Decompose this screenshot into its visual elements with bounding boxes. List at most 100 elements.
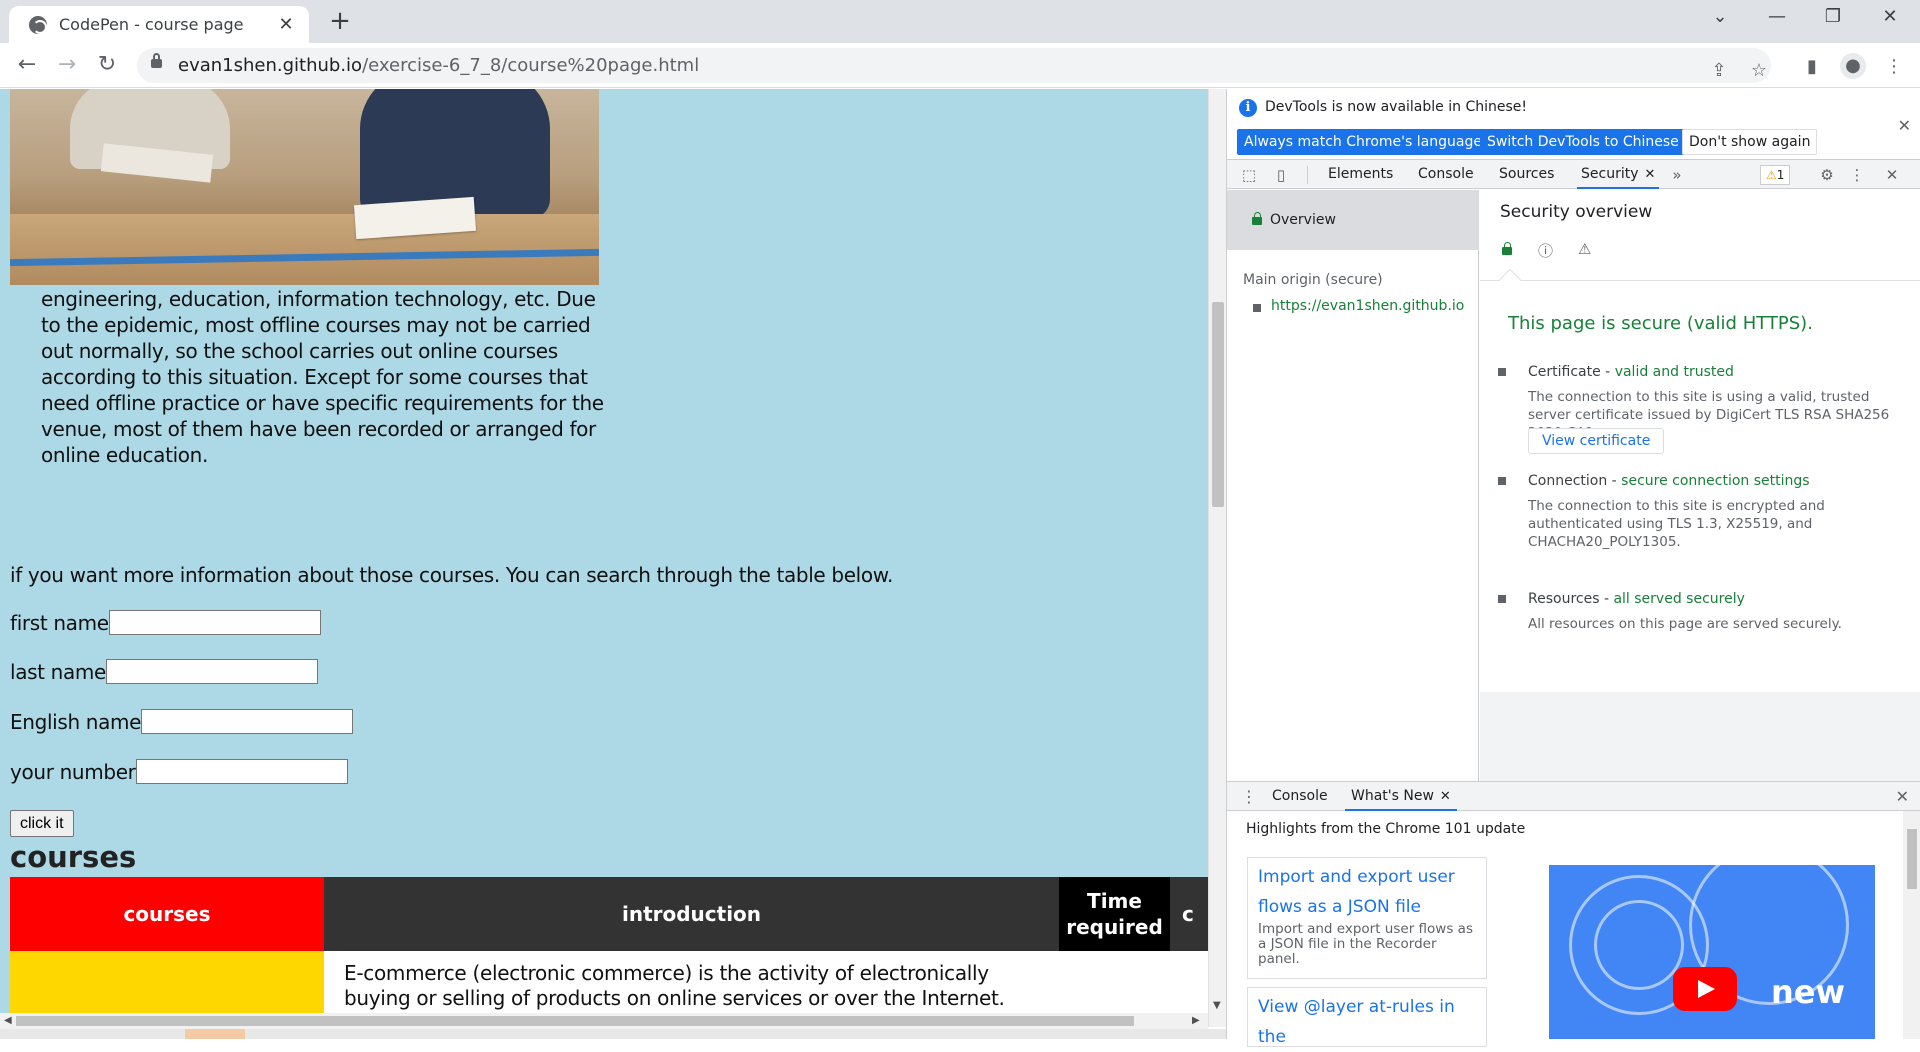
infobar-message: DevTools is now available in Chinese! bbox=[1265, 99, 1527, 115]
close-security-tab-icon[interactable]: ✕ bbox=[1645, 167, 1656, 182]
search-instructions: if you want more information about those… bbox=[10, 563, 893, 587]
col-courses: courses bbox=[10, 877, 324, 951]
page-horizontal-scrollbar[interactable]: ◀ ▶ bbox=[0, 1013, 1208, 1029]
secure-lock-icon bbox=[1252, 212, 1262, 225]
certificate-bullet-icon bbox=[1498, 368, 1506, 376]
feature-card-description: Import and export user flows as a JSON f… bbox=[1258, 921, 1473, 967]
infobar-close-icon[interactable]: ✕ bbox=[1898, 116, 1911, 135]
inspect-element-icon[interactable]: ⬚ bbox=[1239, 166, 1259, 184]
resources-bullet-icon bbox=[1498, 595, 1506, 603]
dont-show-again-button[interactable]: Don't show again bbox=[1682, 129, 1818, 155]
your-number-row: your number bbox=[10, 759, 348, 784]
drawer-menu-icon[interactable]: ⋮ bbox=[1241, 787, 1257, 806]
connection-heading: Connection - secure connection settings bbox=[1528, 473, 1810, 489]
drawer-tab-whats-new[interactable]: What's New ✕ bbox=[1345, 782, 1457, 811]
browser-tab[interactable]: CodePen - course page ✕ bbox=[9, 6, 309, 43]
whats-new-scrollbar[interactable] bbox=[1903, 811, 1920, 1039]
devtools-panel: i DevTools is now available in Chinese! … bbox=[1226, 89, 1920, 1047]
close-whats-new-icon[interactable]: ✕ bbox=[1440, 789, 1451, 804]
tab-console[interactable]: Console bbox=[1414, 160, 1478, 189]
tab-security[interactable]: Security ✕ bbox=[1577, 160, 1660, 189]
info-icon: i bbox=[1239, 99, 1257, 117]
close-tab-icon[interactable]: ✕ bbox=[275, 14, 297, 35]
video-ring bbox=[1594, 900, 1684, 990]
url-text[interactable]: evan1shen.github.io/exercise-6_7_8/cours… bbox=[178, 55, 699, 76]
address-bar[interactable]: evan1shen.github.io/exercise-6_7_8/cours… bbox=[137, 48, 1771, 83]
table-header-row: courses introduction Time required c bbox=[10, 877, 1208, 951]
last-name-field[interactable] bbox=[106, 659, 319, 684]
switch-to-chinese-button[interactable]: Switch DevTools to Chinese bbox=[1480, 129, 1686, 155]
origin-bullet-icon bbox=[1253, 304, 1261, 312]
sidebar-item-origin[interactable]: https://evan1shen.github.io bbox=[1271, 298, 1464, 314]
feature-card-link[interactable]: View @layer at-rules in the bbox=[1258, 992, 1476, 1052]
back-icon[interactable]: ← bbox=[13, 51, 41, 79]
taskbar-strip bbox=[0, 1029, 1226, 1039]
english-name-field[interactable] bbox=[141, 709, 354, 734]
youtube-play-icon[interactable] bbox=[1673, 967, 1737, 1011]
new-tab-icon[interactable]: + bbox=[325, 6, 355, 36]
first-name-row: first name bbox=[10, 610, 321, 635]
menu-dots-icon[interactable]: ⋮ bbox=[1882, 57, 1906, 77]
minimize-icon[interactable]: — bbox=[1757, 6, 1797, 27]
secure-summary: This page is secure (valid HTTPS). bbox=[1508, 313, 1813, 334]
feature-card-link[interactable]: Import and export user flows as a JSON f… bbox=[1258, 862, 1476, 922]
language-infobar: i DevTools is now available in Chinese! … bbox=[1227, 89, 1920, 159]
tab-elements[interactable]: Elements bbox=[1324, 160, 1397, 189]
restore-icon[interactable]: ❐ bbox=[1813, 6, 1853, 27]
scroll-right-arrow-icon[interactable]: ▶ bbox=[1192, 1015, 1200, 1026]
first-name-field[interactable] bbox=[108, 610, 321, 635]
whats-new-video-thumbnail[interactable]: new bbox=[1549, 865, 1875, 1039]
profile-avatar-icon[interactable]: ● bbox=[1840, 53, 1866, 79]
resources-heading: Resources - all served securely bbox=[1528, 591, 1745, 607]
your-number-field[interactable] bbox=[135, 759, 348, 784]
english-name-row: English name bbox=[10, 709, 354, 734]
lock-icon[interactable] bbox=[151, 53, 162, 68]
whats-new-panel: Highlights from the Chrome 101 update Im… bbox=[1227, 811, 1920, 1047]
security-overview-title: Security overview bbox=[1500, 202, 1653, 222]
intro-paragraph: engineering, education, information tech… bbox=[41, 287, 604, 467]
close-devtools-icon[interactable]: ✕ bbox=[1882, 166, 1902, 184]
device-toolbar-icon[interactable]: ▯ bbox=[1271, 166, 1291, 184]
resources-description: All resources on this page are served se… bbox=[1528, 616, 1842, 632]
always-match-language-button[interactable]: Always match Chrome's language bbox=[1237, 129, 1489, 155]
more-tabs-icon[interactable]: » bbox=[1667, 166, 1687, 184]
reload-icon[interactable]: ↻ bbox=[93, 51, 121, 79]
connection-bullet-icon bbox=[1498, 477, 1506, 485]
bookmark-star-icon[interactable]: ☆ bbox=[1748, 61, 1770, 81]
students-exam-image bbox=[10, 89, 599, 285]
certificate-heading: Certificate - valid and trusted bbox=[1528, 364, 1734, 380]
video-new-label: new bbox=[1771, 973, 1846, 1011]
close-window-icon[interactable]: ✕ bbox=[1870, 6, 1910, 27]
view-certificate-button[interactable]: View certificate bbox=[1528, 428, 1665, 454]
feature-card: View @layer at-rules in the bbox=[1247, 987, 1487, 1047]
courses-heading: courses bbox=[10, 840, 137, 874]
drawer-tab-console[interactable]: Console bbox=[1266, 782, 1334, 811]
settings-gear-icon[interactable]: ⚙ bbox=[1817, 166, 1837, 184]
share-icon[interactable]: ⇪ bbox=[1708, 61, 1730, 81]
tab-strip: CodePen - course page ✕ + ⌄ — ❐ ✕ bbox=[0, 0, 1920, 43]
click-it-button[interactable]: click it bbox=[10, 810, 74, 837]
close-drawer-icon[interactable]: ✕ bbox=[1896, 787, 1909, 806]
whats-new-scroll-thumb[interactable] bbox=[1907, 829, 1917, 889]
warnings-badge[interactable]: ⚠1 bbox=[1760, 165, 1791, 185]
tab-title: CodePen - course page bbox=[59, 15, 244, 34]
english-name-label: English name bbox=[10, 709, 142, 734]
last-name-label: last name bbox=[10, 659, 107, 684]
forward-icon[interactable]: → bbox=[53, 51, 81, 79]
scroll-left-arrow-icon[interactable]: ◀ bbox=[4, 1015, 12, 1026]
page-vertical-scrollbar[interactable]: ▼ bbox=[1208, 89, 1226, 1027]
warning-state-icon: ⚠ bbox=[1578, 240, 1592, 258]
tab-search-chevron-icon[interactable]: ⌄ bbox=[1700, 6, 1740, 27]
scroll-thumb[interactable] bbox=[1212, 302, 1224, 507]
hscroll-thumb[interactable] bbox=[16, 1016, 1134, 1026]
page-viewport: engineering, education, information tech… bbox=[0, 89, 1208, 1039]
devtools-menu-icon[interactable]: ⋮ bbox=[1847, 166, 1867, 184]
feature-card: Import and export user flows as a JSON f… bbox=[1247, 857, 1487, 979]
warning-icon: ⚠ bbox=[1766, 168, 1777, 182]
security-sidebar: Overview Main origin (secure) https://ev… bbox=[1227, 190, 1479, 781]
sidebar-item-overview[interactable]: Overview bbox=[1227, 190, 1479, 250]
side-panel-icon[interactable]: ▮ bbox=[1800, 57, 1824, 77]
tab-sources[interactable]: Sources bbox=[1495, 160, 1558, 189]
main-origin-heading: Main origin (secure) bbox=[1243, 272, 1383, 288]
scroll-down-arrow-icon[interactable]: ▼ bbox=[1213, 1000, 1221, 1011]
